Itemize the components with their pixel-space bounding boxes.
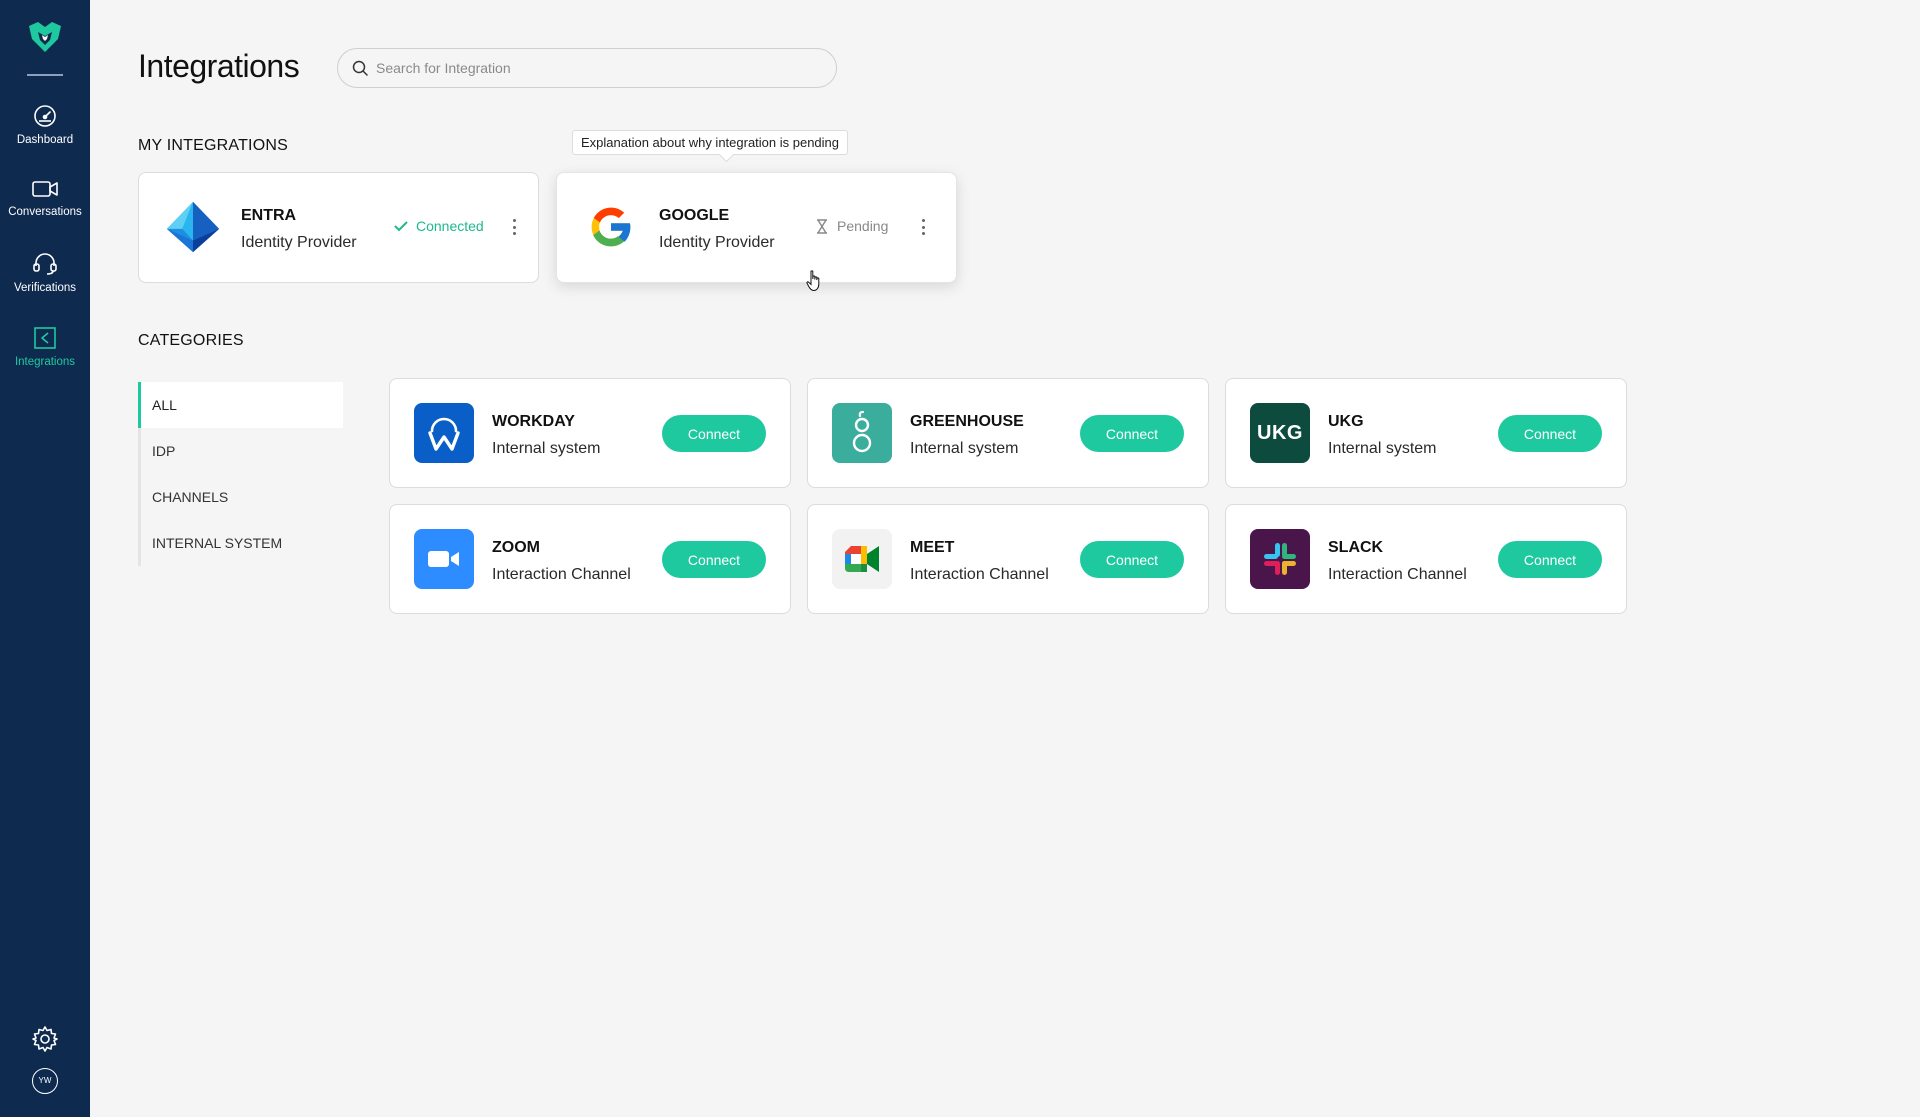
nav-label: Verifications: [13, 282, 76, 294]
gear-icon: [32, 1026, 58, 1052]
workday-logo-icon: [414, 403, 474, 463]
my-integrations-title: MY INTEGRATIONS: [138, 137, 288, 154]
nav-item-dashboard[interactable]: Dashboard: [0, 104, 90, 166]
integration-type: Internal system: [1328, 440, 1437, 457]
nav-label: Dashboard: [16, 134, 74, 146]
integration-type: Interaction Channel: [910, 566, 1049, 583]
integration-name: MEET: [910, 539, 955, 556]
integration-type: Identity Provider: [241, 234, 357, 251]
avatar: YW: [32, 1068, 58, 1094]
category-internal-system[interactable]: INTERNAL SYSTEM: [141, 520, 343, 566]
category-channels[interactable]: CHANNELS: [141, 474, 343, 520]
category-all[interactable]: ALL: [138, 382, 343, 428]
settings-button[interactable]: [0, 1025, 90, 1053]
integrations-icon: [34, 327, 56, 349]
sidebar-divider: [27, 74, 63, 76]
integration-name: WORKDAY: [492, 413, 575, 430]
hourglass-icon: [817, 218, 827, 234]
ukg-logo-icon: UKG: [1250, 403, 1310, 463]
category-idp[interactable]: IDP: [141, 428, 343, 474]
categories-title: CATEGORIES: [138, 332, 244, 349]
integration-name: ENTRA: [241, 207, 297, 224]
sidebar: Dashboard Conversations Verifications In…: [0, 0, 90, 1117]
integration-type: Internal system: [492, 440, 601, 457]
status-badge-pending: Pending: [815, 218, 888, 234]
search-input[interactable]: [376, 60, 796, 76]
integration-name: UKG: [1328, 413, 1364, 430]
connect-button[interactable]: Connect: [1498, 541, 1602, 578]
more-options-icon[interactable]: [509, 216, 519, 238]
nav-item-conversations[interactable]: Conversations: [0, 178, 90, 240]
video-camera-icon: [32, 181, 58, 197]
gauge-icon: [34, 105, 56, 127]
category-list: ALL IDP CHANNELS INTERNAL SYSTEM: [138, 382, 343, 566]
connect-button[interactable]: Connect: [1080, 541, 1184, 578]
integration-card-google[interactable]: GOOGLE Identity Provider Pending: [556, 172, 957, 283]
search-icon: [352, 60, 368, 76]
nav-label: Integrations: [14, 356, 76, 368]
search-bar[interactable]: [337, 48, 837, 88]
zoom-logo-icon: [414, 529, 474, 589]
slack-logo-icon: [1250, 529, 1310, 589]
pointer-cursor-icon: [806, 270, 820, 292]
greenhouse-logo-icon: [832, 403, 892, 463]
status-badge-connected: Connected: [394, 218, 484, 234]
integration-card-entra[interactable]: ENTRA Identity Provider Connected: [138, 172, 539, 283]
ukg-logo-text: UKG: [1257, 421, 1303, 444]
catalog-card-meet: MEET Interaction Channel Connect: [807, 504, 1209, 614]
connect-button[interactable]: Connect: [1498, 415, 1602, 452]
headset-icon: [33, 253, 57, 275]
google-meet-logo-icon: [832, 529, 892, 589]
brand-logo-icon[interactable]: [26, 20, 64, 54]
more-options-icon[interactable]: [918, 216, 928, 238]
catalog-card-greenhouse: GREENHOUSE Internal system Connect: [807, 378, 1209, 488]
user-avatar[interactable]: YW: [0, 1068, 90, 1094]
pending-tooltip: Explanation about why integration is pen…: [572, 130, 849, 155]
integration-name: GOOGLE: [659, 207, 730, 224]
integration-name: GREENHOUSE: [910, 413, 1024, 430]
entra-logo-icon: [163, 197, 223, 257]
nav-label: Conversations: [8, 206, 82, 218]
integration-name: ZOOM: [492, 539, 540, 556]
check-icon: [394, 221, 408, 232]
integration-type: Internal system: [910, 440, 1019, 457]
integration-name: SLACK: [1328, 539, 1384, 556]
catalog-card-workday: WORKDAY Internal system Connect: [389, 378, 791, 488]
integration-type: Interaction Channel: [1328, 566, 1467, 583]
connect-button[interactable]: Connect: [662, 541, 766, 578]
catalog-card-slack: SLACK Interaction Channel Connect: [1225, 504, 1627, 614]
integration-type: Interaction Channel: [492, 566, 631, 583]
page-title: Integrations: [138, 48, 300, 84]
status-text: Connected: [416, 218, 484, 234]
connect-button[interactable]: Connect: [1080, 415, 1184, 452]
catalog-card-ukg: UKG UKG Internal system Connect: [1225, 378, 1627, 488]
google-logo-icon: [581, 197, 641, 257]
status-text: Pending: [837, 218, 889, 234]
nav-item-verifications[interactable]: Verifications: [0, 252, 90, 314]
integration-type: Identity Provider: [659, 234, 775, 251]
connect-button[interactable]: Connect: [662, 415, 766, 452]
nav-item-integrations[interactable]: Integrations: [0, 326, 90, 388]
catalog-card-zoom: ZOOM Interaction Channel Connect: [389, 504, 791, 614]
